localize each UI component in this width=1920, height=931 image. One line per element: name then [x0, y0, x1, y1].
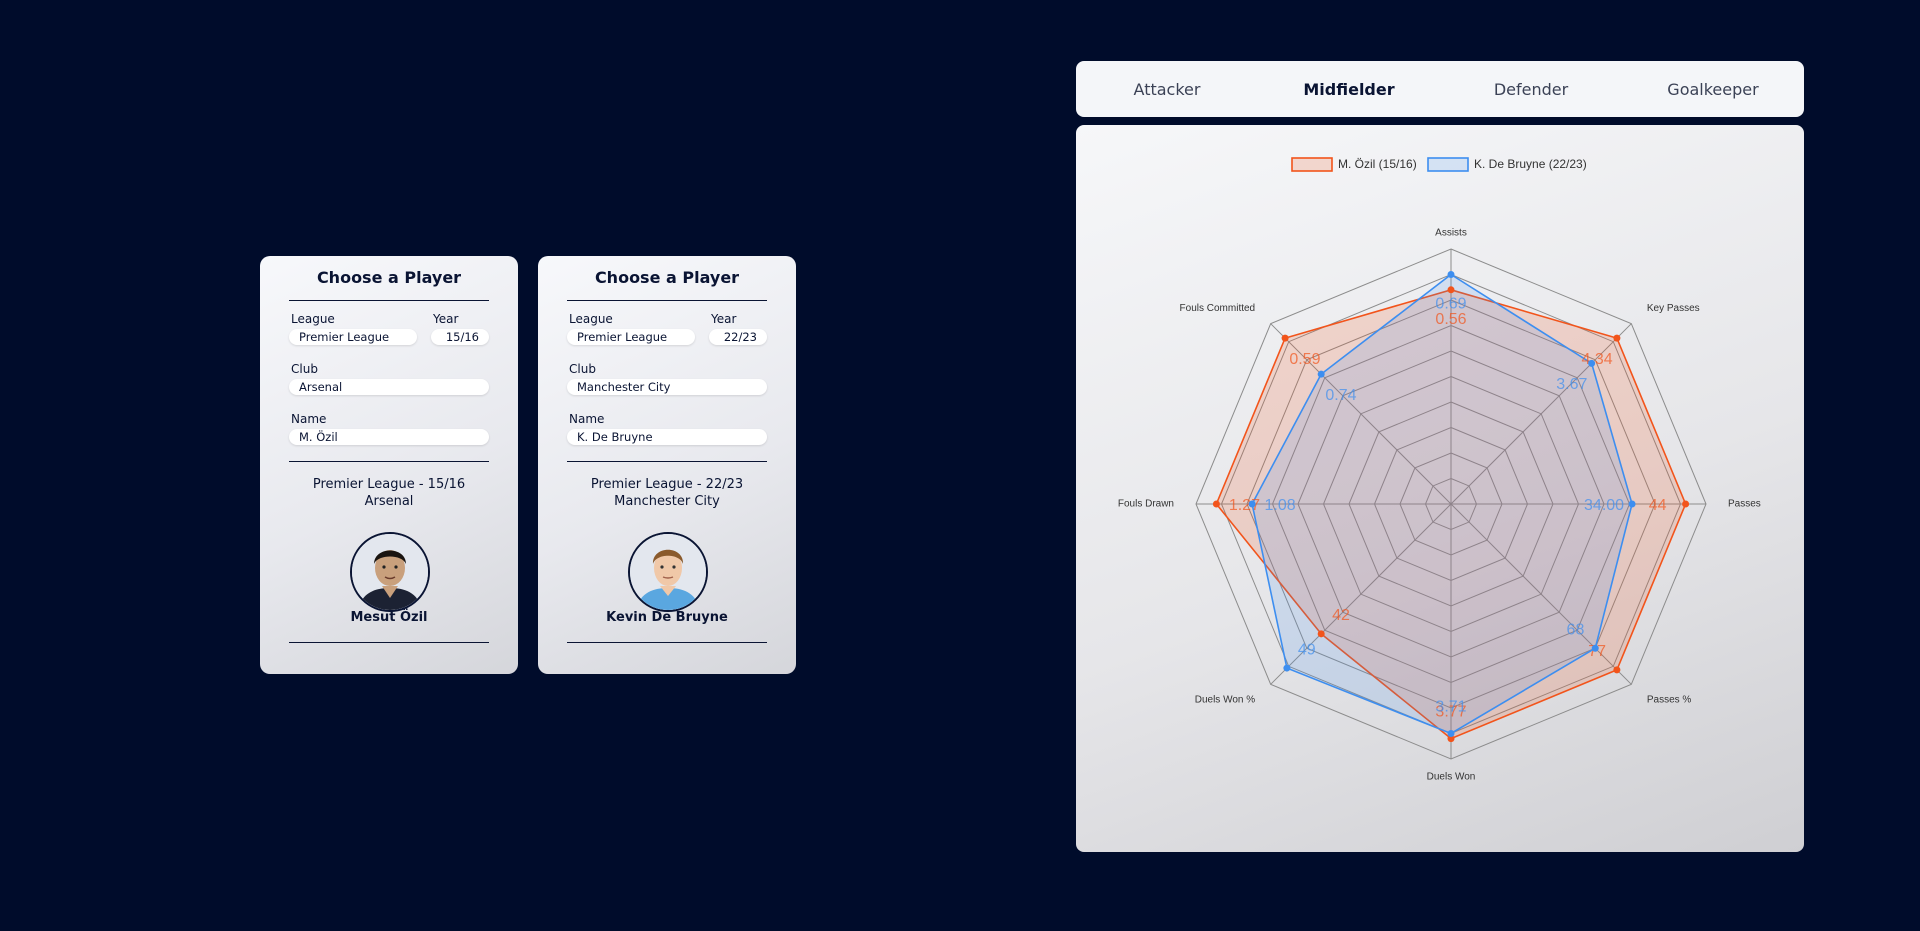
data-point	[1283, 664, 1291, 672]
axis-label: Duels Won %	[1195, 695, 1256, 706]
data-point	[1682, 500, 1690, 508]
league-select[interactable]: Premier League	[567, 329, 695, 345]
name-select[interactable]: K. De Bruyne	[567, 429, 767, 445]
position-tabs: Attacker Midfielder Defender Goalkeeper	[1076, 61, 1804, 117]
summary-club: Manchester City	[614, 494, 720, 509]
league-select[interactable]: Premier League	[289, 329, 417, 345]
player-photo-icon	[630, 534, 706, 610]
card-title: Choose a Player	[594, 268, 740, 287]
axis-label: Fouls Committed	[1180, 303, 1256, 314]
axis-label: Passes	[1728, 499, 1761, 510]
data-point	[1281, 334, 1289, 342]
data-point	[1628, 500, 1636, 508]
summary-club: Arsenal	[364, 494, 414, 509]
player-card-1: Choose a Player League Year Premier Leag…	[260, 256, 518, 674]
data-label: 4.34	[1582, 351, 1613, 368]
divider	[289, 461, 489, 462]
legend-label: K. De Bruyne (22/23)	[1474, 157, 1587, 171]
player-full-name: Mesut Özil	[350, 610, 428, 625]
club-label: Club	[291, 362, 318, 376]
player-avatar	[628, 532, 708, 612]
tab-midfielder[interactable]: Midfielder	[1258, 80, 1440, 99]
data-point	[1447, 271, 1455, 278]
data-label: 0.59	[1289, 351, 1320, 368]
data-label: 0.74	[1325, 387, 1356, 404]
data-point	[1447, 730, 1455, 737]
year-select[interactable]: 15/16	[431, 329, 489, 345]
league-label: League	[569, 312, 613, 326]
legend-label: M. Özil (15/16)	[1338, 157, 1417, 171]
radar-chart: Assists Key Passes Passes Passes % Duels Won…	[1118, 157, 1761, 783]
data-point	[1613, 334, 1621, 342]
data-label: 68	[1567, 621, 1585, 638]
data-label: 3.71	[1435, 699, 1466, 716]
player-photo-icon	[352, 534, 428, 610]
year-select[interactable]: 22/23	[709, 329, 767, 345]
radar-chart-panel: Assists Key Passes Passes Passes % Duels Won…	[1076, 125, 1804, 852]
player-summary: Premier League - 15/16 Arsenal	[260, 476, 518, 510]
player-summary: Premier League - 22/23 Manchester City	[538, 476, 796, 510]
axis-label: Fouls Drawn	[1118, 499, 1174, 510]
divider	[567, 300, 767, 301]
data-label: 1.27	[1229, 497, 1260, 514]
divider	[289, 300, 489, 301]
legend-swatch	[1291, 157, 1333, 172]
club-select[interactable]: Manchester City	[567, 379, 767, 395]
data-point	[1613, 666, 1621, 674]
axis-label: Assists	[1435, 228, 1467, 239]
name-label: Name	[569, 412, 605, 426]
club-select[interactable]: Arsenal	[289, 379, 489, 395]
name-label: Name	[291, 412, 327, 426]
divider	[567, 642, 767, 643]
axis-label: Passes %	[1647, 695, 1692, 706]
tab-defender[interactable]: Defender	[1440, 80, 1622, 99]
data-label: 34.00	[1584, 497, 1624, 514]
summary-league-year: Premier League - 22/23	[590, 477, 744, 492]
player-card-2: Choose a Player League Year Premier Leag…	[538, 256, 796, 674]
card-title: Choose a Player	[316, 268, 462, 287]
divider	[567, 461, 767, 462]
year-label: Year	[433, 312, 459, 326]
tab-goalkeeper[interactable]: Goalkeeper	[1622, 80, 1804, 99]
data-label: 42	[1332, 607, 1350, 624]
data-point	[1317, 630, 1325, 638]
legend-swatch	[1427, 157, 1469, 172]
data-point	[1317, 370, 1325, 378]
data-point	[1248, 500, 1256, 508]
league-label: League	[291, 312, 335, 326]
data-label: 0.69	[1435, 296, 1466, 313]
data-point	[1212, 500, 1220, 508]
data-point	[1588, 359, 1596, 367]
axis-label: Key Passes	[1647, 303, 1700, 314]
tab-attacker[interactable]: Attacker	[1076, 80, 1258, 99]
player-avatar	[350, 532, 430, 612]
divider	[289, 642, 489, 643]
data-label: 0.56	[1435, 311, 1466, 328]
data-label: 3.67	[1556, 376, 1587, 393]
data-label: 44	[1649, 497, 1667, 514]
year-label: Year	[711, 312, 737, 326]
data-label: 1.08	[1265, 497, 1296, 514]
player-full-name: Kevin De Bruyne	[606, 610, 728, 625]
data-label: 49	[1298, 641, 1316, 658]
data-point	[1447, 286, 1455, 294]
name-select[interactable]: M. Özil	[289, 429, 489, 445]
club-label: Club	[569, 362, 596, 376]
data-point	[1591, 644, 1599, 652]
summary-league-year: Premier League - 15/16	[312, 477, 466, 492]
axis-label: Duels Won	[1427, 772, 1476, 783]
